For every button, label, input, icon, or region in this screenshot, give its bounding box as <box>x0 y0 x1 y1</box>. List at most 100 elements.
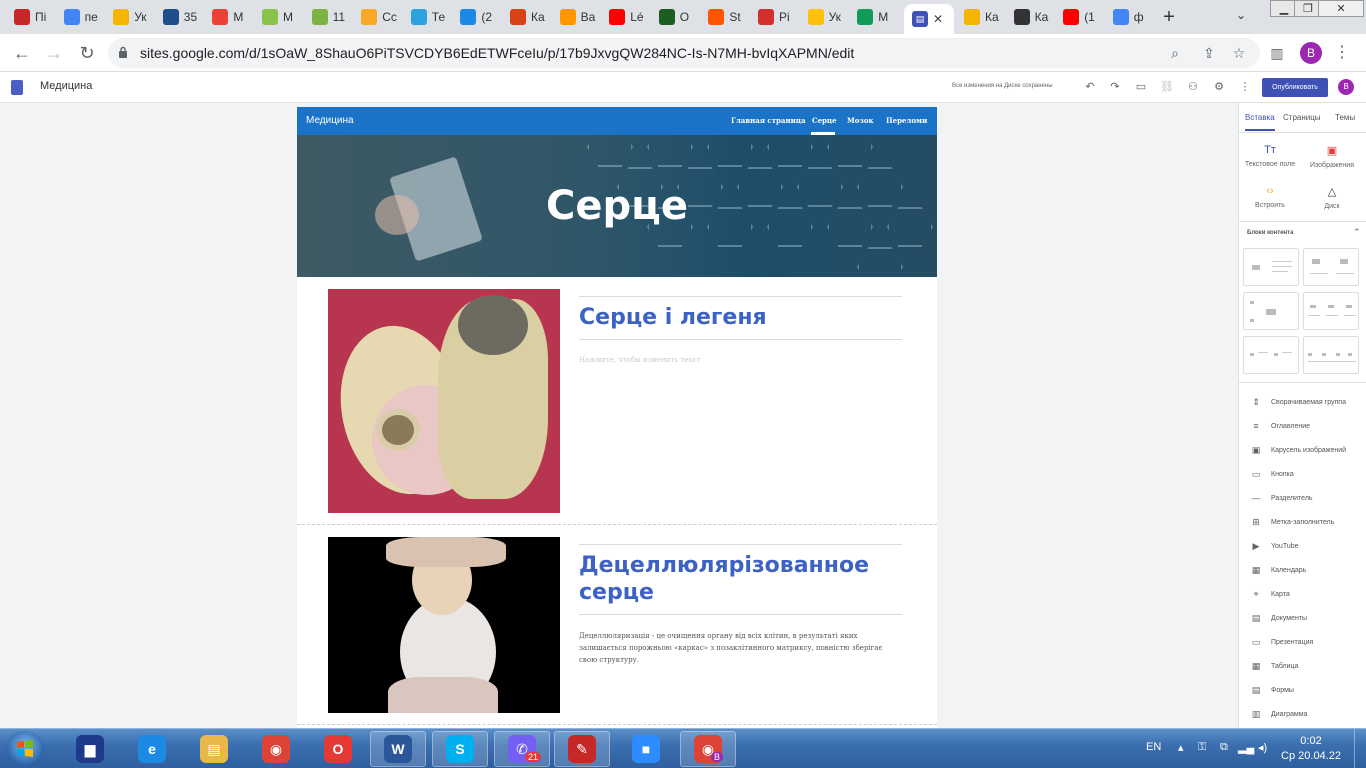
block2-heading[interactable]: Децеллюлярізованное серце <box>579 552 902 606</box>
panel-tab-themes[interactable]: Темы <box>1335 113 1355 122</box>
taskbar-viber[interactable]: ✆ 21 <box>494 731 550 767</box>
tab-7[interactable]: Сс <box>353 5 397 29</box>
tab-active-sites[interactable]: ▤ ✕ <box>904 4 954 34</box>
nav-link-fractures[interactable]: Переломи <box>886 116 927 125</box>
tab-10[interactable]: Ка <box>502 5 546 29</box>
close-window-button[interactable]: ✕ <box>1318 0 1364 17</box>
panel-tab-pages[interactable]: Страницы <box>1283 113 1321 122</box>
site-document-name[interactable]: Медицина <box>40 80 92 92</box>
insert-sheets[interactable]: ▦ Таблица <box>1251 661 1299 672</box>
tray-app-icon[interactable]: ⚿ <box>1198 741 1206 754</box>
tab-1[interactable]: пе <box>56 5 100 29</box>
taskbar-internet-explorer[interactable]: e <box>124 731 180 767</box>
undo-icon[interactable]: ↶ <box>1083 80 1097 94</box>
tab-8[interactable]: Те <box>403 5 447 29</box>
layout-block-2[interactable] <box>1303 248 1359 286</box>
reload-icon[interactable]: ↻ <box>75 42 99 64</box>
tab-5[interactable]: М <box>254 5 298 29</box>
layout-block-1[interactable] <box>1243 248 1299 286</box>
editor-avatar[interactable]: B <box>1338 79 1354 95</box>
layout-block-4[interactable] <box>1303 292 1359 330</box>
show-desktop-button[interactable] <box>1354 729 1366 768</box>
insert-text-box[interactable]: Tт Текстовое поле <box>1240 144 1300 168</box>
more-menu-icon[interactable]: ⋮ <box>1238 80 1252 94</box>
link-icon[interactable]: ⛓ <box>1160 80 1174 94</box>
taskbar-chrome[interactable]: ◉ <box>248 731 304 767</box>
insert-placeholder[interactable]: ⊞ Метка-заполнитель <box>1251 517 1334 528</box>
site-title[interactable]: Медицина <box>306 115 354 126</box>
add-person-icon[interactable]: ⚇ <box>1186 80 1200 94</box>
tab-12[interactable]: Lé <box>601 5 645 29</box>
forward-icon[interactable]: → <box>42 42 66 64</box>
tab-search-chevron-icon[interactable]: ⌄ <box>1236 8 1246 22</box>
insert-docs[interactable]: ▤ Документы <box>1251 613 1307 624</box>
insert-slides[interactable]: ▭ Презентация <box>1251 637 1314 648</box>
address-bar[interactable]: sites.google.com/d/1sOaW_8ShauO6PiTSVCDY… <box>108 38 1260 68</box>
nav-link-brain[interactable]: Мозок <box>847 116 874 125</box>
hero-banner[interactable]: Серце <box>297 135 937 277</box>
system-clock[interactable]: 0:02 Ср 20.04.22 <box>1276 734 1346 764</box>
publish-button[interactable]: Опубликовать <box>1262 78 1328 97</box>
tab-17[interactable]: М <box>849 5 893 29</box>
taskbar-chrome-profile[interactable]: ◉ B <box>680 731 736 767</box>
tab-0[interactable]: Пі <box>6 5 50 29</box>
insert-toc[interactable]: ≡ Оглавление <box>1251 421 1310 431</box>
layout-block-5[interactable] <box>1243 336 1299 374</box>
nav-link-heart[interactable]: Серце <box>812 116 837 125</box>
volume-icon[interactable]: ◂) <box>1258 741 1267 754</box>
taskbar-pdf-app[interactable]: ✎ <box>554 731 610 767</box>
tab-13[interactable]: О <box>651 5 695 29</box>
tab-16[interactable]: Ук <box>800 5 844 29</box>
new-tab-button[interactable]: + <box>1158 6 1180 28</box>
insert-embed[interactable]: ‹› Встроить <box>1240 185 1300 209</box>
url-text[interactable]: sites.google.com/d/1sOaW_8ShauO6PiTSVCDY… <box>140 45 854 61</box>
taskbar-word[interactable]: W <box>370 731 426 767</box>
google-sites-logo-icon[interactable] <box>11 80 23 95</box>
insert-drive[interactable]: △ Диск <box>1302 185 1362 210</box>
tab-4[interactable]: М <box>204 5 248 29</box>
insert-button[interactable]: ▭ Кнопка <box>1251 469 1294 480</box>
side-panel-icon[interactable]: ▥ <box>1268 44 1286 62</box>
insert-chart[interactable]: ▥ Диаграмма <box>1251 709 1308 720</box>
insert-youtube[interactable]: ▶ YouTube <box>1251 541 1299 552</box>
close-icon[interactable]: ✕ <box>933 12 943 26</box>
tray-expand-icon[interactable]: ▴ <box>1178 741 1184 754</box>
decellularized-heart-image[interactable] <box>328 537 560 713</box>
insert-carousel[interactable]: ▣ Карусель изображений <box>1251 445 1346 456</box>
taskbar-zoom[interactable]: ■ <box>618 731 674 767</box>
search-icon[interactable]: ⌕ <box>1166 44 1184 62</box>
start-button[interactable] <box>6 731 44 767</box>
bookmark-star-icon[interactable]: ☆ <box>1230 44 1248 62</box>
taskbar-skype[interactable]: S <box>432 731 488 767</box>
taskbar-file-explorer[interactable]: ▤ <box>186 731 242 767</box>
text-placeholder[interactable]: Нажмите, чтобы изменить текст <box>579 356 701 364</box>
tab-3[interactable]: 35 <box>155 5 199 29</box>
redo-icon[interactable]: ↷ <box>1108 80 1122 94</box>
hero-title[interactable]: Серце <box>297 183 937 229</box>
layout-block-3[interactable] <box>1243 292 1299 330</box>
taskbar-opera[interactable]: O <box>310 731 366 767</box>
browser-menu-icon[interactable]: ⋮ <box>1334 42 1350 62</box>
network-icon[interactable]: ▂▄ <box>1238 741 1254 754</box>
tray-device-icon[interactable]: ⧉ <box>1220 741 1228 754</box>
tab-2[interactable]: Ук <box>105 5 149 29</box>
taskbar-save-app[interactable]: ▆ <box>62 731 118 767</box>
back-icon[interactable]: ← <box>10 42 34 64</box>
insert-images[interactable]: ▣ Изображения <box>1302 144 1362 169</box>
collapse-chevron-icon[interactable]: ⌃ <box>1353 227 1361 238</box>
insert-divider[interactable]: — Разделитель <box>1251 493 1313 503</box>
settings-gear-icon[interactable]: ⚙ <box>1212 80 1226 94</box>
insert-calendar[interactable]: ▦ Календарь <box>1251 565 1307 576</box>
tab-6[interactable]: 11 <box>304 5 348 29</box>
panel-tab-insert[interactable]: Вставка <box>1245 113 1275 122</box>
tab-11[interactable]: Ва <box>552 5 596 29</box>
block1-heading[interactable]: Серце і легеня <box>579 304 902 331</box>
tab-after-3[interactable]: ф <box>1105 5 1149 29</box>
nav-link-home[interactable]: Главная страница <box>731 116 806 125</box>
tab-14[interactable]: St <box>700 5 744 29</box>
layout-block-6[interactable] <box>1303 336 1359 374</box>
input-language[interactable]: EN <box>1146 741 1161 753</box>
preview-icon[interactable]: ▭ <box>1134 80 1148 94</box>
block2-body-text[interactable]: Децеллюляризація - це очищення органу ві… <box>579 630 899 666</box>
insert-forms[interactable]: ▤ Формы <box>1251 685 1294 696</box>
